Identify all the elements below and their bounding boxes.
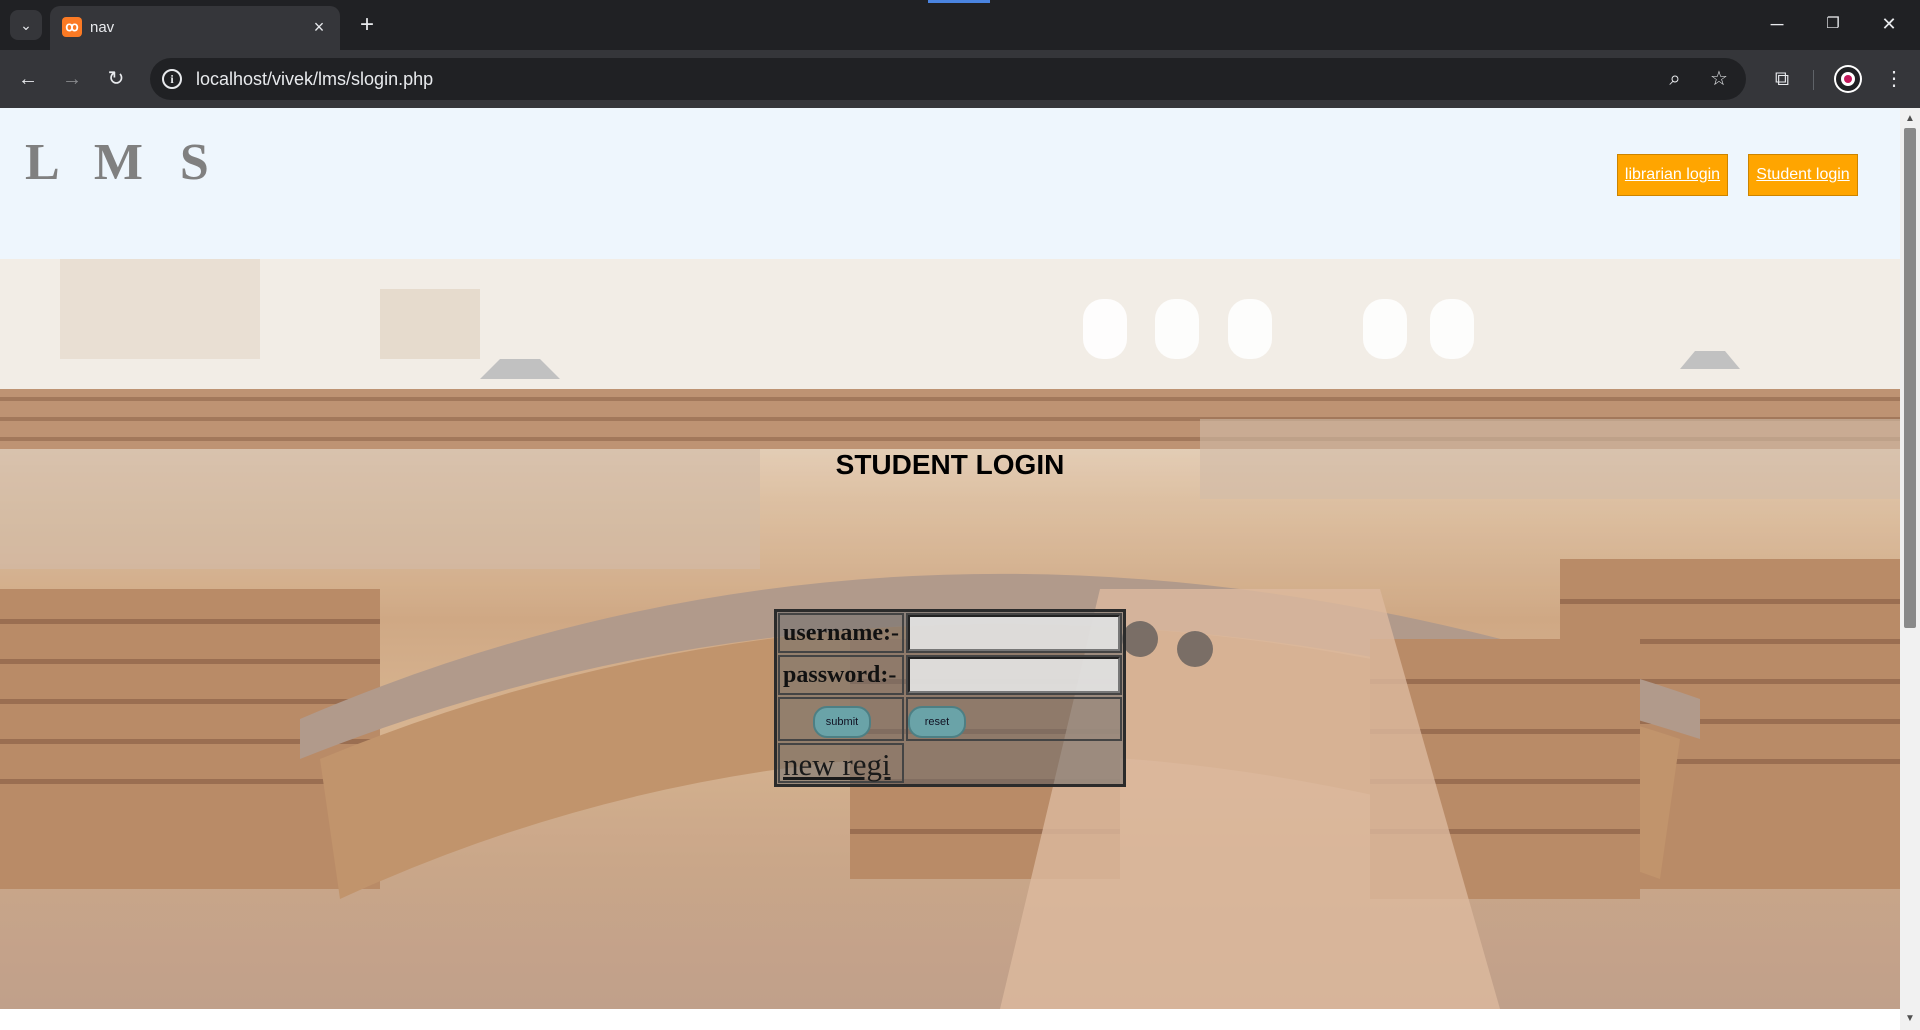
- submit-cell: submit: [778, 697, 904, 741]
- tab-title: nav: [90, 19, 115, 36]
- scroll-up-arrow-icon[interactable]: ▲: [1904, 112, 1916, 126]
- new-tab-button[interactable]: +: [352, 10, 382, 40]
- submit-button[interactable]: submit: [813, 706, 871, 738]
- new-registration-link[interactable]: new regi: [780, 747, 891, 782]
- username-input[interactable]: [908, 615, 1120, 651]
- tab-search-button[interactable]: ⌄: [10, 10, 42, 40]
- login-form: username:- password:- submit reset new r…: [774, 609, 1126, 787]
- tab-close-icon[interactable]: ×: [308, 16, 330, 38]
- browser-tab-bar: ⌄ ꝏ nav × + ─ ❐ ✕: [0, 0, 1920, 50]
- profile-avatar-icon[interactable]: [1836, 67, 1860, 91]
- page-viewport: L M S librarian login Student login STUD…: [0, 108, 1900, 1030]
- page-footer-gap: [0, 1009, 1900, 1030]
- xampp-favicon-icon: ꝏ: [62, 17, 82, 37]
- chevron-down-icon: ⌄: [20, 16, 32, 33]
- library-background-image: STUDENT LOGIN username:- password:- subm…: [0, 259, 1900, 1009]
- student-login-link[interactable]: Student login: [1748, 154, 1858, 196]
- extensions-puzzle-icon[interactable]: ⧉: [1766, 63, 1798, 95]
- address-bar[interactable]: i localhost/vivek/lms/slogin.php ⌕ ☆: [150, 58, 1746, 100]
- drag-indicator: [928, 0, 990, 3]
- window-close-icon[interactable]: ✕: [1866, 8, 1912, 40]
- toolbar-divider: [1813, 70, 1814, 90]
- url-text[interactable]: localhost/vivek/lms/slogin.php: [196, 69, 433, 90]
- password-label-cell: password:-: [778, 655, 904, 695]
- forward-arrow-icon[interactable]: →: [56, 63, 88, 95]
- reset-cell: reset: [906, 697, 1122, 741]
- password-input[interactable]: [908, 657, 1120, 693]
- restore-icon[interactable]: ❐: [1810, 8, 1856, 40]
- reset-button[interactable]: reset: [908, 706, 966, 738]
- page-scrollbar[interactable]: ▲ ▼: [1900, 108, 1920, 1030]
- register-cell: new regi: [778, 743, 904, 783]
- password-input-cell: [906, 655, 1122, 695]
- back-arrow-icon[interactable]: ←: [12, 63, 44, 95]
- username-input-cell: [906, 613, 1122, 653]
- site-header: L M S librarian login Student login: [0, 108, 1900, 259]
- librarian-login-link[interactable]: librarian login: [1617, 154, 1728, 196]
- username-label-cell: username:-: [778, 613, 904, 653]
- scroll-thumb[interactable]: [1904, 128, 1916, 628]
- scroll-down-arrow-icon[interactable]: ▼: [1904, 1012, 1916, 1026]
- site-logo: L M S: [25, 134, 221, 191]
- browser-tab[interactable]: ꝏ nav ×: [50, 6, 340, 50]
- minimize-icon[interactable]: ─: [1754, 8, 1800, 40]
- password-label: password:-: [783, 662, 897, 688]
- username-label: username:-: [783, 620, 899, 646]
- zoom-icon[interactable]: ⌕: [1662, 66, 1688, 92]
- menu-kebab-icon[interactable]: ⋮: [1878, 63, 1910, 95]
- browser-toolbar: ← → ↻ i localhost/vivek/lms/slogin.php ⌕…: [0, 50, 1920, 108]
- page-title: STUDENT LOGIN: [835, 449, 1065, 480]
- site-info-icon[interactable]: i: [162, 69, 182, 89]
- bookmark-star-icon[interactable]: ☆: [1706, 66, 1732, 92]
- reload-icon[interactable]: ↻: [100, 63, 132, 95]
